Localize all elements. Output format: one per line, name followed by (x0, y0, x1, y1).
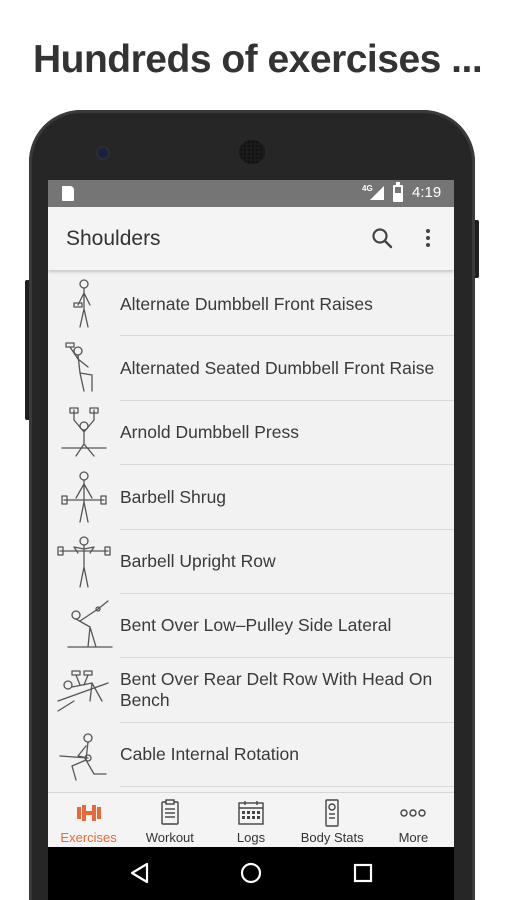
exercise-figure-icon (54, 404, 114, 462)
front-camera (98, 148, 108, 158)
exercise-name: Alternate Dumbbell Front Raises (120, 293, 373, 314)
tab-label: Body Stats (300, 830, 364, 845)
earpiece-speaker (239, 140, 265, 164)
exercise-figure-icon (54, 339, 114, 397)
tab-label: Workout (145, 830, 194, 845)
headline: Hundreds of exercises ... (33, 38, 483, 81)
home-icon[interactable] (240, 862, 262, 884)
exercise-name: Barbell Upright Row (120, 551, 276, 572)
dumbbell-icon (74, 799, 104, 827)
exercise-figure-icon (54, 468, 114, 526)
app-toolbar: Shoulders (48, 207, 454, 270)
tab-logs[interactable]: Logs (210, 793, 291, 847)
tab-workout[interactable]: Workout (129, 793, 210, 847)
exercise-figure-icon (54, 661, 114, 719)
system-navigation-bar (48, 847, 454, 900)
list-item[interactable]: Alternated Seated Dumbbell Front Raise (48, 336, 454, 401)
sd-card-icon (62, 186, 74, 201)
list-item[interactable]: Alternate Dumbbell Front Raises (48, 272, 454, 337)
status-bar: 4G 4:19 (48, 180, 454, 207)
calendar-icon (236, 799, 266, 827)
scale-icon (317, 799, 347, 827)
exercise-figure-icon (54, 533, 114, 591)
more-vert-icon[interactable] (416, 226, 440, 250)
list-item[interactable]: Cable Internal Rotation (48, 723, 454, 788)
search-icon[interactable] (370, 226, 394, 250)
exercise-figure-icon (54, 275, 114, 333)
back-icon[interactable] (128, 861, 150, 885)
tab-more[interactable]: More (373, 793, 454, 847)
tab-body-stats[interactable]: Body Stats (292, 793, 373, 847)
tab-label: Exercises (60, 830, 117, 845)
exercise-figure-icon (54, 597, 114, 655)
clipboard-icon (155, 799, 185, 827)
battery-icon (393, 182, 403, 202)
list-item[interactable]: Bent Over Rear Delt Row With Head On Ben… (48, 658, 454, 723)
exercise-list[interactable]: Alternate Dumbbell Front Raises Alternate… (48, 272, 454, 792)
exercise-name: Arnold Dumbbell Press (120, 422, 299, 443)
exercise-name: Alternated Seated Dumbbell Front Raise (120, 357, 435, 378)
row-divider (120, 786, 454, 788)
tab-label: More (398, 830, 429, 845)
list-item[interactable]: Barbell Upright Row (48, 530, 454, 594)
exercise-name: Bent Over Rear Delt Row With Head On Ben… (120, 669, 433, 711)
phone-screen: 4G 4:19 Shoulders Alternate Dumbbell Fro… (48, 180, 454, 900)
page-title: Shoulders (66, 227, 161, 250)
more-dots-icon (398, 799, 428, 827)
tab-exercises[interactable]: Exercises (48, 793, 129, 847)
exercise-name: Cable Internal Rotation (120, 744, 299, 765)
list-item[interactable]: Bent Over Low–Pulley Side Lateral (48, 594, 454, 659)
exercise-name: Barbell Shrug (120, 486, 227, 507)
exercise-figure-icon (54, 726, 114, 784)
exercise-name: Bent Over Low–Pulley Side Lateral (120, 615, 392, 636)
recent-apps-icon[interactable] (353, 863, 373, 883)
bottom-navigation: Exercises Workout Logs Body Stats More (48, 792, 454, 847)
list-item[interactable]: Barbell Shrug (48, 465, 454, 530)
status-time: 4:19 (412, 184, 442, 201)
signal-icon (370, 186, 384, 200)
tab-label: Logs (236, 830, 266, 845)
list-item[interactable]: Arnold Dumbbell Press (48, 401, 454, 466)
